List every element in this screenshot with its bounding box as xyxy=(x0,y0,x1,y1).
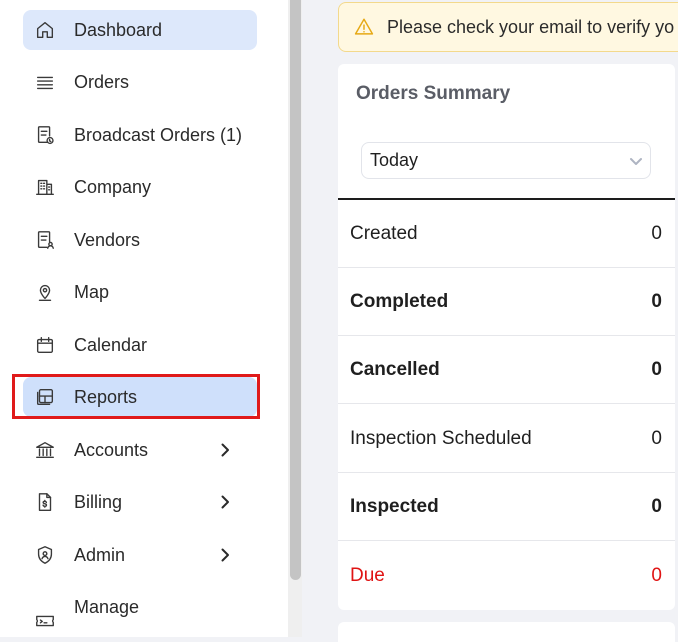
map-pin-icon xyxy=(33,280,57,304)
verify-email-alert: Please check your email to verify yo xyxy=(338,2,678,52)
chevron-down-icon xyxy=(628,153,644,169)
sidebar-item-accounts[interactable]: Accounts xyxy=(23,430,257,470)
sidebar-item-label: Dashboard xyxy=(74,19,163,40)
sidebar-item-label: Reports xyxy=(74,386,138,407)
sidebar-scrollbar-thumb[interactable] xyxy=(290,0,301,580)
bank-icon xyxy=(33,438,57,462)
reports-icon xyxy=(33,385,57,409)
sidebar-item-broadcast-orders[interactable]: Broadcast Orders (1) xyxy=(23,115,257,155)
summary-row-cancelled: Cancelled 0 xyxy=(338,336,675,404)
sidebar-item-reports[interactable]: Reports xyxy=(23,377,257,417)
sidebar-item-label: Calendar xyxy=(74,334,148,355)
list-icon xyxy=(33,70,57,94)
shield-icon xyxy=(33,543,57,567)
summary-row-inspected: Inspected 0 xyxy=(338,473,675,541)
sidebar-item-orders[interactable]: Orders xyxy=(23,62,257,102)
sidebar-item-company[interactable]: Company xyxy=(23,167,257,207)
sidebar-item-label: Accounts xyxy=(74,439,149,460)
period-select-value: Today xyxy=(370,150,419,170)
warning-icon xyxy=(353,16,375,38)
sidebar-item-label: Company xyxy=(74,176,152,197)
row-value: 0 xyxy=(651,427,662,449)
sidebar-item-manage[interactable]: Manage xyxy=(23,597,257,637)
ticket-icon xyxy=(33,609,57,633)
billing-icon xyxy=(33,490,57,514)
building-icon xyxy=(33,175,57,199)
chevron-right-icon xyxy=(215,439,235,461)
row-label: Completed xyxy=(350,290,449,312)
row-label: Inspection Scheduled xyxy=(350,427,532,449)
sidebar: Dashboard Orders Broadcast Orders (1) Co… xyxy=(0,0,288,637)
sidebar-item-dashboard[interactable]: Dashboard xyxy=(23,10,257,50)
orders-summary-card: Orders Summary Today Created 0 Completed… xyxy=(338,64,675,610)
vendors-icon xyxy=(33,228,57,252)
next-card xyxy=(338,622,675,642)
row-label: Due xyxy=(350,565,385,586)
row-label: Cancelled xyxy=(350,358,440,380)
sidebar-item-label: Manage xyxy=(74,597,140,617)
summary-row-completed: Completed 0 xyxy=(338,268,675,336)
period-select[interactable]: Today xyxy=(361,142,651,179)
row-label: Inspected xyxy=(350,495,439,517)
row-value: 0 xyxy=(651,222,662,244)
sidebar-item-label: Vendors xyxy=(74,229,141,250)
row-value: 0 xyxy=(651,495,662,517)
row-label: Created xyxy=(350,222,418,244)
sidebar-item-label: Map xyxy=(74,281,110,302)
home-icon xyxy=(33,18,57,42)
sidebar-item-label: Orders xyxy=(74,71,130,92)
chevron-right-icon xyxy=(215,491,235,513)
sidebar-item-vendors[interactable]: Vendors xyxy=(23,220,257,260)
row-value: 0 xyxy=(651,565,662,586)
sidebar-item-calendar[interactable]: Calendar xyxy=(23,325,257,365)
sidebar-item-admin[interactable]: Admin xyxy=(23,535,257,575)
alert-message: Please check your email to verify yo xyxy=(387,16,675,37)
summary-row-created: Created 0 xyxy=(338,200,675,268)
summary-row-inspection-scheduled: Inspection Scheduled 0 xyxy=(338,405,675,473)
broadcast-orders-icon xyxy=(33,123,57,147)
calendar-icon xyxy=(33,333,57,357)
sidebar-item-label: Billing xyxy=(74,491,123,512)
summary-row-due: Due 0 xyxy=(338,542,675,610)
sidebar-item-label: Broadcast Orders (1) xyxy=(74,124,243,145)
row-value: 0 xyxy=(651,290,662,312)
sidebar-item-billing[interactable]: Billing xyxy=(23,482,257,522)
sidebar-item-map[interactable]: Map xyxy=(23,272,257,312)
row-value: 0 xyxy=(651,358,662,380)
card-title: Orders Summary xyxy=(356,83,511,104)
sidebar-item-label: Admin xyxy=(74,544,126,565)
chevron-right-icon xyxy=(215,544,235,566)
